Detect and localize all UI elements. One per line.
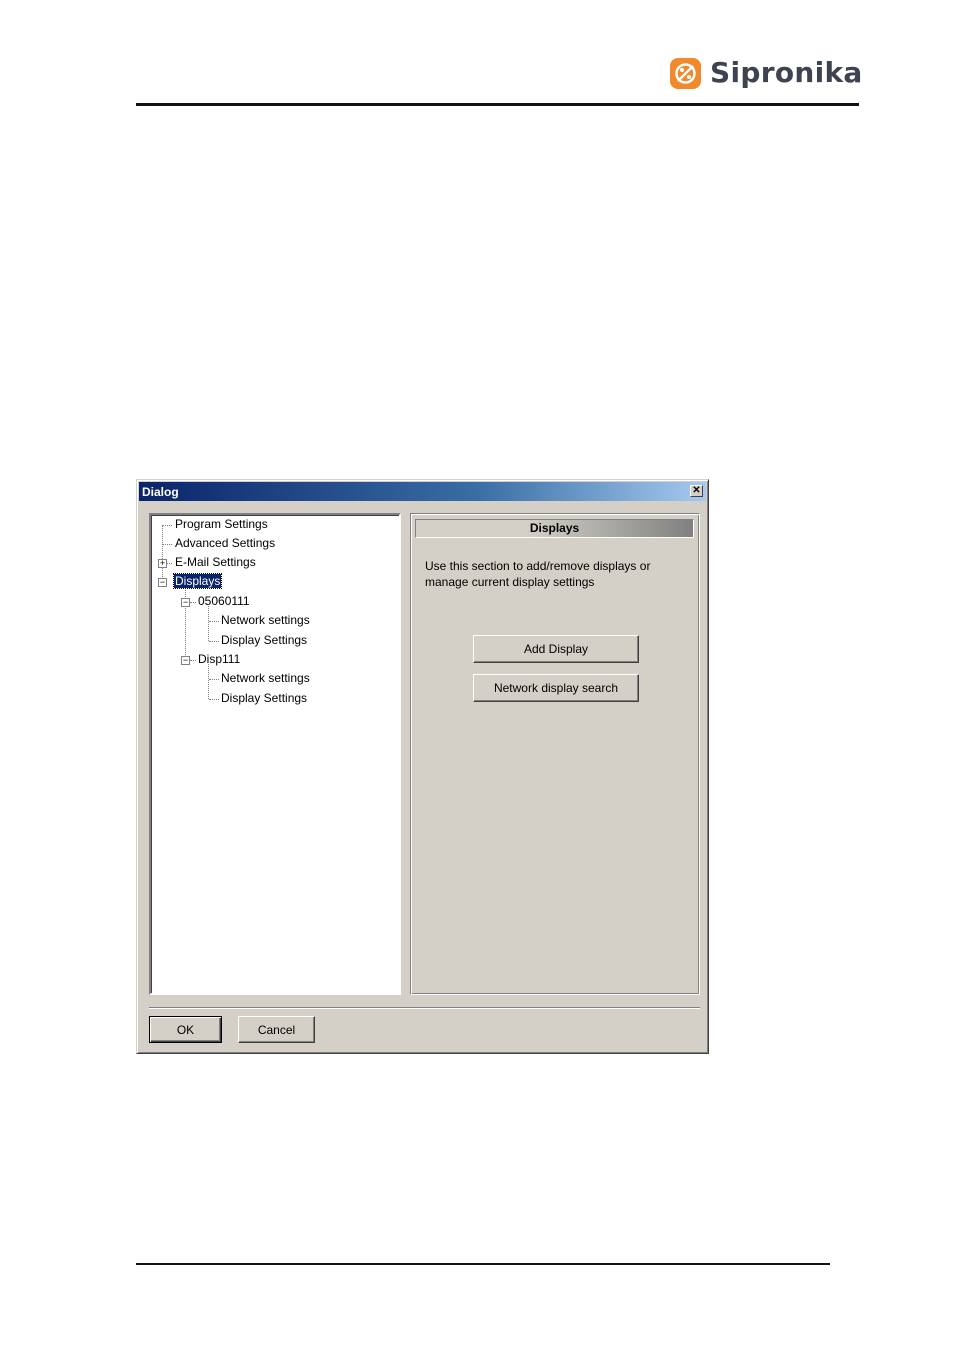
footer-rule <box>136 1263 830 1265</box>
tree-item-label: Network settings <box>221 671 310 685</box>
tree-item-label: Display Settings <box>221 633 308 647</box>
tree-line <box>163 544 172 545</box>
tree-line <box>190 602 196 603</box>
tree-line <box>209 621 219 622</box>
tree-item-label: Disp111 <box>198 652 241 666</box>
displays-panel: Displays Use this section to add/remove … <box>410 513 700 995</box>
settings-tree[interactable]: + − − − Program Settings Advanced Settin… <box>149 513 401 995</box>
tree-item-label: Displays <box>172 573 223 589</box>
dialog-title: Dialog <box>142 484 179 499</box>
panel-title: Displays <box>415 519 694 538</box>
tree-item-displays[interactable]: Displays <box>172 572 223 591</box>
tree-line <box>209 641 219 642</box>
footer-divider <box>149 1007 700 1009</box>
network-display-search-button[interactable]: Network display search <box>473 674 639 702</box>
sipronika-logo: Sipronika <box>669 55 863 91</box>
collapse-icon[interactable]: − <box>158 578 167 587</box>
tree-item-advanced-settings[interactable]: Advanced Settings <box>175 534 275 553</box>
tree-item-display-settings[interactable]: Display Settings <box>221 631 307 650</box>
tree-item-label: Program Settings <box>175 517 268 531</box>
brand-name: Sipronika <box>710 56 863 89</box>
collapse-icon[interactable]: − <box>181 656 190 665</box>
tree-line <box>209 699 219 700</box>
tree-item-label: Advanced Settings <box>175 536 276 550</box>
collapse-icon[interactable]: − <box>181 598 190 607</box>
tree-item-label: 05060111 <box>198 594 250 608</box>
tree-item-program-settings[interactable]: Program Settings <box>175 515 268 534</box>
header-divider <box>136 103 859 106</box>
tree-item-display-disp111[interactable]: Disp111 <box>198 650 240 669</box>
panel-description: Use this section to add/remove displays … <box>425 559 651 589</box>
tree-item-label: E-Mail Settings <box>175 555 256 569</box>
tree-item-label: Display Settings <box>221 691 308 705</box>
tree-line <box>209 679 219 680</box>
tree-item-display-05060111[interactable]: 05060111 <box>198 592 250 611</box>
add-display-button[interactable]: Add Display <box>473 635 639 663</box>
expand-icon[interactable]: + <box>158 559 167 568</box>
dialog-titlebar[interactable]: Dialog ✕ <box>139 482 706 501</box>
tree-item-network-settings[interactable]: Network settings <box>221 669 310 688</box>
tree-item-email-settings[interactable]: E-Mail Settings <box>175 553 256 572</box>
sipronika-logo-icon <box>669 57 702 90</box>
tree-line <box>208 606 209 641</box>
ok-button[interactable]: OK <box>149 1016 222 1043</box>
tree-line <box>190 660 196 661</box>
tree-item-display-settings[interactable]: Display Settings <box>221 689 307 708</box>
tree-item-network-settings[interactable]: Network settings <box>221 611 310 630</box>
tree-line <box>162 525 163 583</box>
settings-dialog: Dialog ✕ + − − − Program Settings Advanc… <box>136 479 709 1054</box>
tree-line <box>208 664 209 699</box>
close-icon: ✕ <box>692 485 701 496</box>
tree-line <box>167 563 172 564</box>
cancel-button[interactable]: Cancel <box>238 1016 315 1043</box>
close-button[interactable]: ✕ <box>690 485 703 497</box>
tree-item-label: Network settings <box>221 613 310 627</box>
tree-line <box>163 525 172 526</box>
